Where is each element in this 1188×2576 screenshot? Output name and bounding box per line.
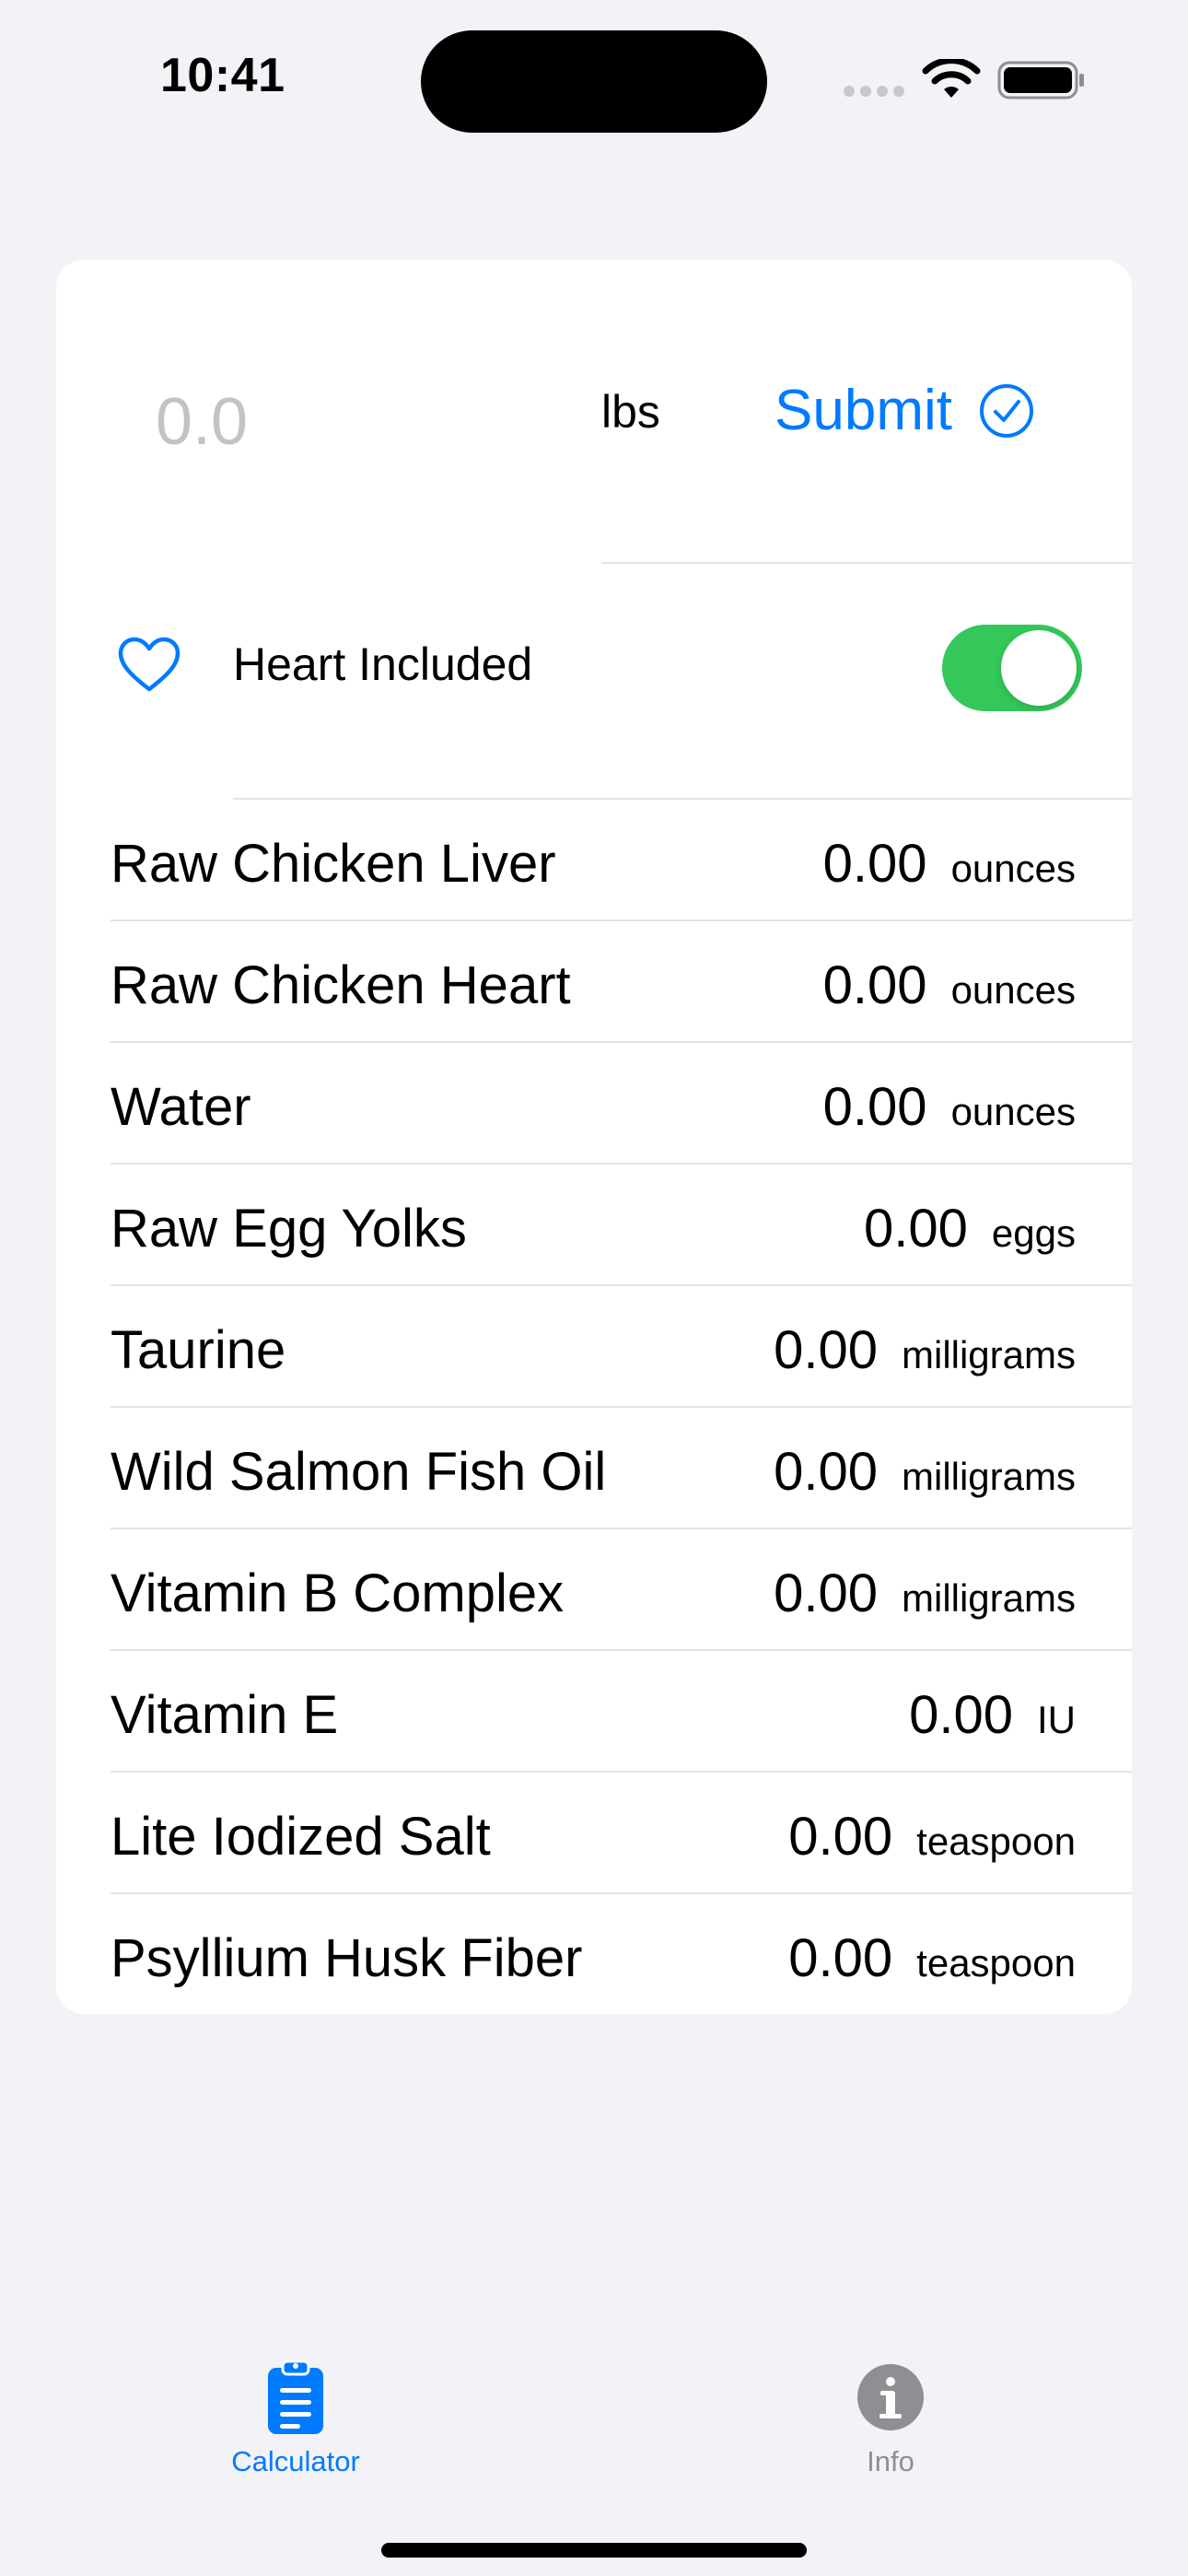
ingredient-row: Taurine 0.00 milligrams bbox=[111, 1286, 1132, 1408]
heart-icon bbox=[118, 637, 181, 692]
ingredient-amount: 0.00 bbox=[788, 1807, 893, 1867]
checkmark-circle-icon bbox=[979, 383, 1033, 438]
clipboard-icon bbox=[268, 2359, 323, 2434]
ingredient-amount: 0.00 bbox=[822, 1077, 927, 1137]
ingredient-amount: 0.00 bbox=[774, 1563, 878, 1623]
ingredient-row: Vitamin B Complex 0.00 milligrams bbox=[111, 1529, 1132, 1651]
ingredient-unit: milligrams bbox=[902, 1455, 1076, 1498]
ingredient-amount: 0.00 bbox=[864, 1199, 968, 1259]
heart-included-toggle[interactable] bbox=[942, 625, 1082, 711]
tab-calculator-label: Calculator bbox=[231, 2445, 360, 2477]
heart-included-label: Heart Included bbox=[233, 638, 533, 690]
ingredient-name: Water bbox=[111, 1077, 251, 1137]
ingredient-row: Raw Egg Yolks 0.00 eggs bbox=[111, 1165, 1132, 1286]
calculator-card: lbs Submit Heart Included Raw Chicken Li… bbox=[56, 260, 1132, 2014]
ingredient-name: Vitamin B Complex bbox=[111, 1563, 565, 1623]
ingredient-amount: 0.00 bbox=[774, 1442, 878, 1502]
info-circle-icon bbox=[857, 2364, 924, 2430]
heart-included-row: Heart Included bbox=[56, 564, 1132, 798]
ingredient-row: Lite Iodized Salt 0.00 teaspoon bbox=[111, 1773, 1132, 1894]
ingredient-amount: 0.00 bbox=[822, 834, 927, 894]
ingredient-amount: 0.00 bbox=[822, 955, 927, 1015]
ingredient-unit: IU bbox=[1037, 1698, 1076, 1741]
home-indicator bbox=[381, 2543, 807, 2558]
ingredient-name: Lite Iodized Salt bbox=[111, 1807, 491, 1867]
ingredient-name: Raw Chicken Heart bbox=[111, 955, 571, 1015]
ingredient-name: Vitamin E bbox=[111, 1685, 339, 1745]
ingredient-unit: milligrams bbox=[902, 1576, 1076, 1620]
weight-unit-label: lbs bbox=[601, 386, 660, 438]
ingredient-list: Raw Chicken Liver 0.00 ounces Raw Chicken… bbox=[56, 800, 1132, 2014]
ingredient-row: Vitamin E 0.00 IU bbox=[111, 1651, 1132, 1773]
ingredient-row: Raw Chicken Liver 0.00 ounces bbox=[111, 800, 1132, 921]
ingredient-row: Water 0.00 ounces bbox=[111, 1043, 1132, 1165]
dynamic-island bbox=[421, 30, 767, 133]
wifi-icon bbox=[922, 59, 981, 98]
ingredient-row: Wild Salmon Fish Oil 0.00 milligrams bbox=[111, 1408, 1132, 1529]
ingredient-unit: milligrams bbox=[902, 1333, 1076, 1376]
toggle-knob bbox=[1001, 630, 1077, 706]
ingredient-unit: eggs bbox=[991, 1212, 1076, 1255]
submit-label: Submit bbox=[775, 379, 952, 442]
tab-info[interactable]: Info bbox=[789, 2359, 992, 2478]
tab-info-label: Info bbox=[867, 2445, 914, 2477]
ingredient-name: Wild Salmon Fish Oil bbox=[111, 1442, 607, 1502]
ingredient-unit: ounces bbox=[950, 1090, 1076, 1133]
ingredient-amount: 0.00 bbox=[788, 1928, 893, 1988]
ingredient-amount: 0.00 bbox=[774, 1320, 878, 1380]
ingredient-row: Psyllium Husk Fiber 0.00 teaspoon bbox=[111, 1894, 1132, 2014]
weight-input[interactable] bbox=[156, 376, 524, 468]
tab-calculator[interactable]: Calculator bbox=[194, 2359, 397, 2478]
ingredient-name: Raw Chicken Liver bbox=[111, 834, 556, 894]
cellular-signal-icon bbox=[844, 86, 904, 97]
ingredient-unit: teaspoon bbox=[916, 1941, 1076, 1985]
ingredient-unit: ounces bbox=[950, 847, 1076, 890]
ingredient-unit: ounces bbox=[950, 968, 1076, 1012]
battery-icon bbox=[997, 61, 1084, 100]
ingredient-name: Raw Egg Yolks bbox=[111, 1199, 467, 1259]
ingredient-name: Taurine bbox=[111, 1320, 286, 1380]
submit-button[interactable]: Submit bbox=[775, 378, 1035, 443]
ingredient-unit: teaspoon bbox=[916, 1820, 1076, 1863]
status-time: 10:41 bbox=[160, 49, 285, 102]
ingredient-row: Raw Chicken Heart 0.00 ounces bbox=[111, 921, 1132, 1043]
ingredient-amount: 0.00 bbox=[909, 1685, 1013, 1745]
ingredient-name: Psyllium Husk Fiber bbox=[111, 1928, 583, 1988]
